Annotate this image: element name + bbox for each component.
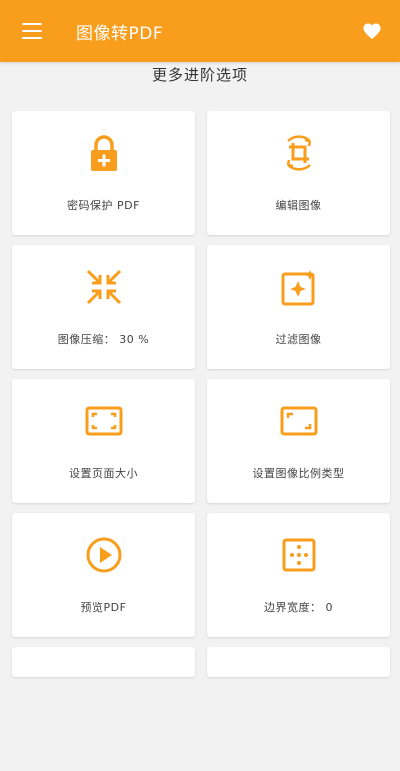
- play-circle-icon: [86, 537, 121, 573]
- compress-icon: [86, 269, 121, 305]
- option-label: 设置页面大小: [69, 467, 138, 480]
- option-card-partial[interactable]: [207, 647, 390, 677]
- image-filter-icon: [281, 270, 315, 306]
- option-label: 密码保护 PDF: [67, 199, 140, 212]
- crop-rotate-icon: [286, 135, 311, 171]
- border-width-icon: [282, 538, 315, 572]
- option-page-size[interactable]: 设置页面大小: [12, 379, 195, 503]
- option-label: 编辑图像: [275, 199, 322, 212]
- app-title: 图像转PDF: [76, 23, 164, 44]
- option-filter-image[interactable]: 过滤图像: [207, 245, 390, 369]
- option-border-width[interactable]: 边界宽度： 0: [207, 513, 390, 637]
- heart-icon[interactable]: [362, 22, 382, 40]
- aspect-ratio-icon: [280, 406, 317, 436]
- option-card-partial[interactable]: [12, 647, 195, 677]
- option-label: 边界宽度： 0: [264, 601, 333, 614]
- option-edit-image[interactable]: 编辑图像: [207, 111, 390, 235]
- options-grid: 密码保护 PDF 编辑图像 图像压缩： 30 % 过滤图像 设置页面大小 设置图…: [12, 111, 390, 771]
- option-preview-pdf[interactable]: 预览PDF: [12, 513, 195, 637]
- option-aspect-ratio[interactable]: 设置图像比例类型: [207, 379, 390, 503]
- app-bar: 图像转PDF: [0, 0, 400, 62]
- option-label: 过滤图像: [275, 333, 322, 346]
- option-label: 预览PDF: [80, 601, 127, 614]
- menu-icon[interactable]: [22, 23, 42, 39]
- option-image-compression[interactable]: 图像压缩： 30 %: [12, 245, 195, 369]
- lock-plus-icon: [90, 135, 117, 171]
- option-label: 图像压缩： 30 %: [57, 333, 150, 346]
- page-size-icon: [85, 406, 122, 436]
- option-password-protect[interactable]: 密码保护 PDF: [12, 111, 195, 235]
- section-title: 更多进阶选项: [151, 66, 248, 84]
- option-label: 设置图像比例类型: [252, 467, 345, 480]
